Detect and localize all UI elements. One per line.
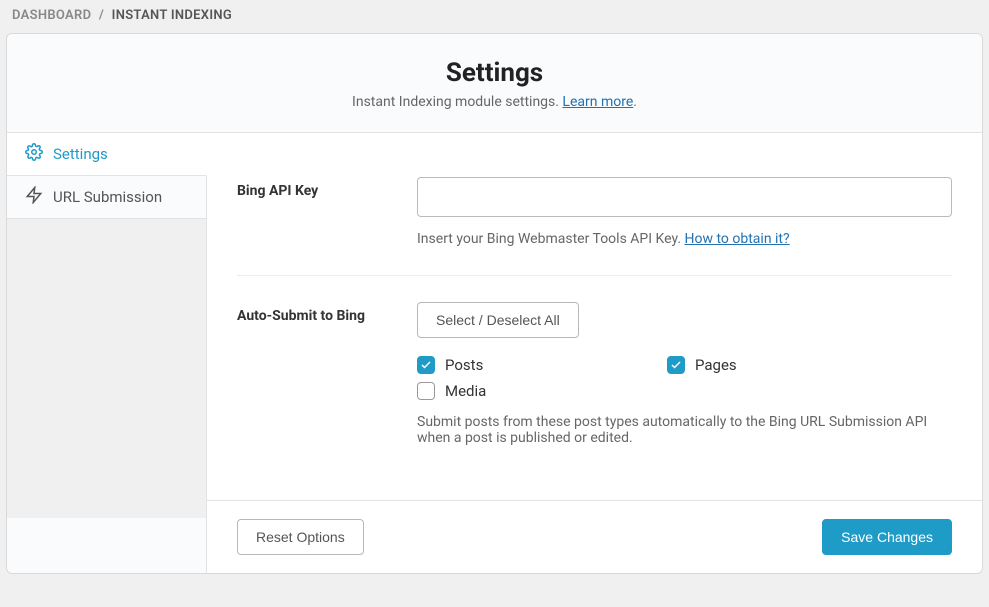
gear-icon [25, 143, 43, 165]
panel-body: Settings URL Submission Bing API Key Ins… [7, 133, 982, 573]
page-subtitle: Instant Indexing module settings. Learn … [27, 94, 962, 110]
checkbox-pages[interactable]: Pages [667, 356, 897, 374]
panel-header: Settings Instant Indexing module setting… [7, 34, 982, 133]
post-types-grid: Posts Pages Media [417, 356, 897, 400]
field-bing-api-key: Bing API Key Insert your Bing Webmaster … [237, 159, 952, 275]
checkbox-icon [417, 356, 435, 374]
content-inner: Bing API Key Insert your Bing Webmaster … [207, 133, 982, 500]
checkbox-label: Media [445, 382, 486, 400]
content-area: Bing API Key Insert your Bing Webmaster … [207, 133, 982, 573]
field-label: Auto-Submit to Bing [237, 302, 417, 446]
select-deselect-all-button[interactable]: Select / Deselect All [417, 302, 579, 338]
reset-options-button[interactable]: Reset Options [237, 519, 364, 555]
page-title: Settings [27, 58, 962, 88]
checkbox-media[interactable]: Media [417, 382, 647, 400]
tab-url-submission[interactable]: URL Submission [7, 176, 206, 219]
checkbox-posts[interactable]: Posts [417, 356, 647, 374]
how-to-obtain-link[interactable]: How to obtain it? [685, 231, 790, 247]
field-auto-submit: Auto-Submit to Bing Select / Deselect Al… [237, 275, 952, 474]
field-control: Select / Deselect All Posts Pages [417, 302, 952, 446]
save-changes-button[interactable]: Save Changes [822, 519, 952, 555]
lightning-icon [25, 186, 43, 208]
checkbox-icon [417, 382, 435, 400]
tabs-spacer [7, 218, 206, 518]
breadcrumb-root[interactable]: DASHBOARD [12, 8, 91, 23]
panel-footer: Reset Options Save Changes [207, 500, 982, 573]
tab-label: Settings [53, 145, 108, 163]
breadcrumb-current: INSTANT INDEXING [112, 8, 232, 23]
help-text: Submit posts from these post types autom… [417, 414, 952, 446]
field-label: Bing API Key [237, 177, 417, 247]
tab-settings[interactable]: Settings [7, 133, 207, 176]
tab-label: URL Submission [53, 188, 162, 206]
checkbox-label: Pages [695, 356, 737, 374]
checkbox-icon [667, 356, 685, 374]
tabs-sidebar: Settings URL Submission [7, 133, 207, 573]
breadcrumb: DASHBOARD / INSTANT INDEXING [0, 0, 989, 33]
settings-panel: Settings Instant Indexing module setting… [6, 33, 983, 574]
field-control: Insert your Bing Webmaster Tools API Key… [417, 177, 952, 247]
help-text: Insert your Bing Webmaster Tools API Key… [417, 231, 952, 247]
bing-api-key-input[interactable] [417, 177, 952, 217]
learn-more-link[interactable]: Learn more [562, 94, 633, 110]
breadcrumb-separator: / [99, 8, 104, 23]
checkbox-label: Posts [445, 356, 483, 374]
